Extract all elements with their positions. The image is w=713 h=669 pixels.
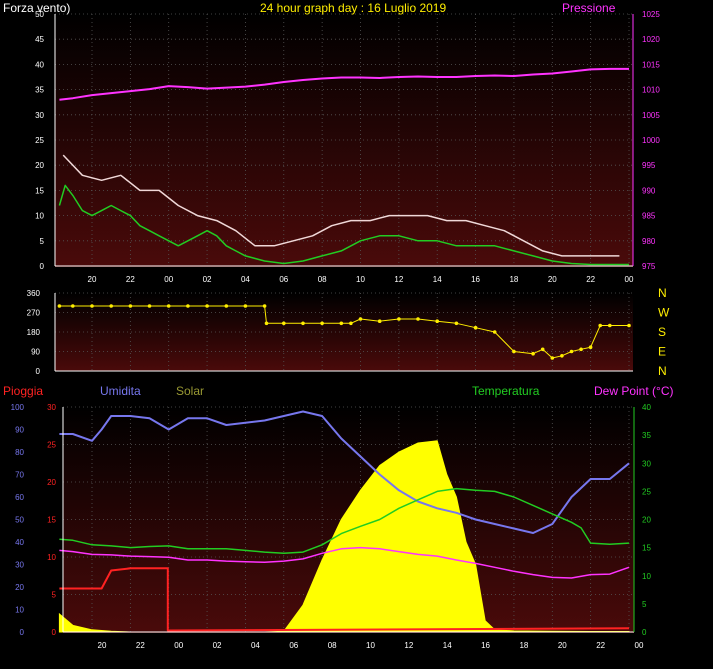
- wind-panel-background: [55, 14, 633, 267]
- pressure-tick-label: 1000: [642, 136, 660, 145]
- dewpoint-label: Dew Point (°C): [594, 384, 673, 398]
- pressure-tick-label: 990: [642, 186, 656, 195]
- temperature-tick-label: 5: [642, 600, 647, 609]
- compass-label: S: [658, 325, 666, 339]
- time-tick-label: 20: [548, 275, 557, 284]
- time-tick-label: 04: [241, 275, 250, 284]
- rain-tick-label: 30: [47, 403, 56, 412]
- temperature-tick-label: 30: [642, 459, 651, 468]
- wind-tick-label: 25: [35, 136, 44, 145]
- time-tick-label: 20: [98, 641, 107, 650]
- time-tick-label: 08: [328, 641, 337, 650]
- time-tick-label: 22: [586, 275, 595, 284]
- compass-label: E: [658, 345, 666, 359]
- time-tick-label: 14: [433, 275, 442, 284]
- pressure-tick-label: 1015: [642, 60, 660, 69]
- time-tick-label: 08: [318, 275, 327, 284]
- humidity-tick-label: 50: [15, 516, 24, 525]
- rain-tick-label: 5: [52, 591, 57, 600]
- humidity-tick-label: 100: [11, 403, 25, 412]
- time-tick-label: 18: [519, 641, 528, 650]
- direction-tick-label: 90: [31, 348, 40, 357]
- time-tick-label: 20: [558, 641, 567, 650]
- solar-label: Solar: [176, 384, 204, 398]
- time-tick-label: 02: [203, 275, 212, 284]
- direction-tick-label: 360: [27, 289, 41, 298]
- pressure-tick-label: 1005: [642, 111, 660, 120]
- time-tick-label: 16: [481, 641, 490, 650]
- temperature-tick-label: 40: [642, 403, 651, 412]
- time-tick-label: 12: [404, 641, 413, 650]
- time-tick-label: 00: [164, 275, 173, 284]
- compass-label: N: [658, 286, 667, 300]
- humidity-tick-label: 40: [15, 538, 24, 547]
- wind-tick-label: 30: [35, 111, 44, 120]
- temperature-tick-label: 0: [642, 628, 647, 637]
- time-tick-label: 02: [213, 641, 222, 650]
- time-tick-label: 00: [625, 275, 634, 284]
- wind-tick-label: 5: [40, 237, 45, 246]
- humidity-tick-label: 30: [15, 561, 24, 570]
- time-tick-label: 06: [279, 275, 288, 284]
- weather-graph: 5045403530252015105010251020101510101005…: [3, 1, 673, 650]
- time-tick-label: 22: [136, 641, 145, 650]
- rain-tick-label: 0: [52, 628, 57, 637]
- humidity-tick-label: 70: [15, 471, 24, 480]
- humidity-label: Umidita: [100, 384, 141, 398]
- wind-tick-label: 0: [40, 262, 45, 271]
- pressure-tick-label: 1020: [642, 35, 660, 44]
- compass-label: W: [658, 306, 670, 320]
- humidity-tick-label: 80: [15, 448, 24, 457]
- chart-title: 24 hour graph day : 16 Luglio 2019: [260, 1, 446, 15]
- time-tick-label: 20: [88, 275, 97, 284]
- humidity-tick-label: 60: [15, 493, 24, 502]
- time-tick-label: 06: [289, 641, 298, 650]
- pressure-tick-label: 980: [642, 237, 656, 246]
- temperature-tick-label: 25: [642, 487, 651, 496]
- pressure-tick-label: 1010: [642, 86, 660, 95]
- wind-tick-label: 20: [35, 161, 44, 170]
- time-tick-label: 00: [174, 641, 183, 650]
- pressure-axis-label: Pressione: [562, 1, 616, 15]
- wind-tick-label: 10: [35, 212, 44, 221]
- wind-tick-label: 15: [35, 186, 44, 195]
- temperature-tick-label: 35: [642, 431, 651, 440]
- direction-tick-label: 0: [36, 367, 41, 376]
- time-tick-label: 12: [394, 275, 403, 284]
- time-tick-label: 14: [443, 641, 452, 650]
- pressure-tick-label: 975: [642, 262, 656, 271]
- wind-tick-label: 45: [35, 35, 44, 44]
- pressure-tick-label: 985: [642, 212, 656, 221]
- rain-tick-label: 25: [47, 441, 56, 450]
- temperature-label: Temperatura: [472, 384, 540, 398]
- pressure-tick-label: 1025: [642, 10, 660, 19]
- time-tick-label: 18: [509, 275, 518, 284]
- rain-tick-label: 20: [47, 478, 56, 487]
- temperature-tick-label: 15: [642, 544, 651, 553]
- direction-tick-label: 270: [27, 309, 41, 318]
- humidity-tick-label: 0: [20, 628, 25, 637]
- pressure-tick-label: 995: [642, 161, 656, 170]
- humidity-tick-label: 10: [15, 606, 24, 615]
- compass-label: N: [658, 364, 667, 378]
- time-tick-label: 04: [251, 641, 260, 650]
- time-tick-label: 22: [126, 275, 135, 284]
- humidity-tick-label: 90: [15, 426, 24, 435]
- wind-tick-label: 35: [35, 86, 44, 95]
- wind-tick-label: 40: [35, 60, 44, 69]
- time-tick-label: 16: [471, 275, 480, 284]
- humidity-tick-label: 20: [15, 583, 24, 592]
- time-tick-label: 10: [366, 641, 375, 650]
- temperature-tick-label: 20: [642, 516, 651, 525]
- rain-tick-label: 10: [47, 553, 56, 562]
- wind-axis-label: Forza vento): [3, 1, 70, 15]
- rain-label: Pioggia: [3, 384, 43, 398]
- temperature-tick-label: 10: [642, 572, 651, 581]
- direction-tick-label: 180: [27, 328, 41, 337]
- rain-tick-label: 15: [47, 516, 56, 525]
- time-tick-label: 00: [635, 641, 644, 650]
- time-tick-label: 10: [356, 275, 365, 284]
- time-tick-label: 22: [596, 641, 605, 650]
